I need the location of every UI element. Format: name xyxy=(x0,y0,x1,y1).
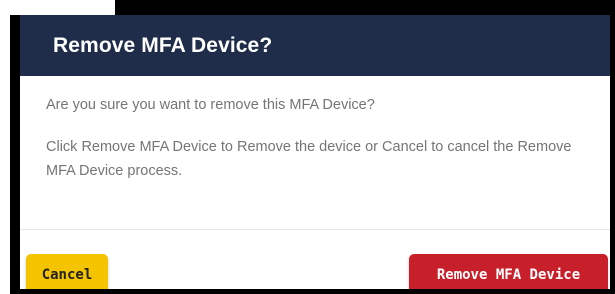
backdrop-right-edge xyxy=(610,15,615,294)
footer-divider xyxy=(20,229,610,230)
dialog-title: Remove MFA Device? xyxy=(53,33,273,57)
confirm-question: Are you sure you want to remove this MFA… xyxy=(46,97,375,113)
backdrop-top-edge xyxy=(0,0,615,15)
backdrop-bottom-edge xyxy=(10,289,615,294)
dialog-body: Are you sure you want to remove this MFA… xyxy=(20,76,610,183)
remove-mfa-dialog: Remove MFA Device? Are you sure you want… xyxy=(20,15,610,289)
instructions-text: Click Remove MFA Device to Remove the de… xyxy=(46,139,572,179)
backdrop-left-edge xyxy=(10,15,20,294)
screen: Remove MFA Device? Are you sure you want… xyxy=(0,0,615,294)
backdrop-notch xyxy=(0,0,115,15)
dialog-header: Remove MFA Device? xyxy=(20,15,610,76)
remove-mfa-device-button[interactable]: Remove MFA Device xyxy=(409,254,608,289)
cancel-button[interactable]: Cancel xyxy=(26,254,108,289)
